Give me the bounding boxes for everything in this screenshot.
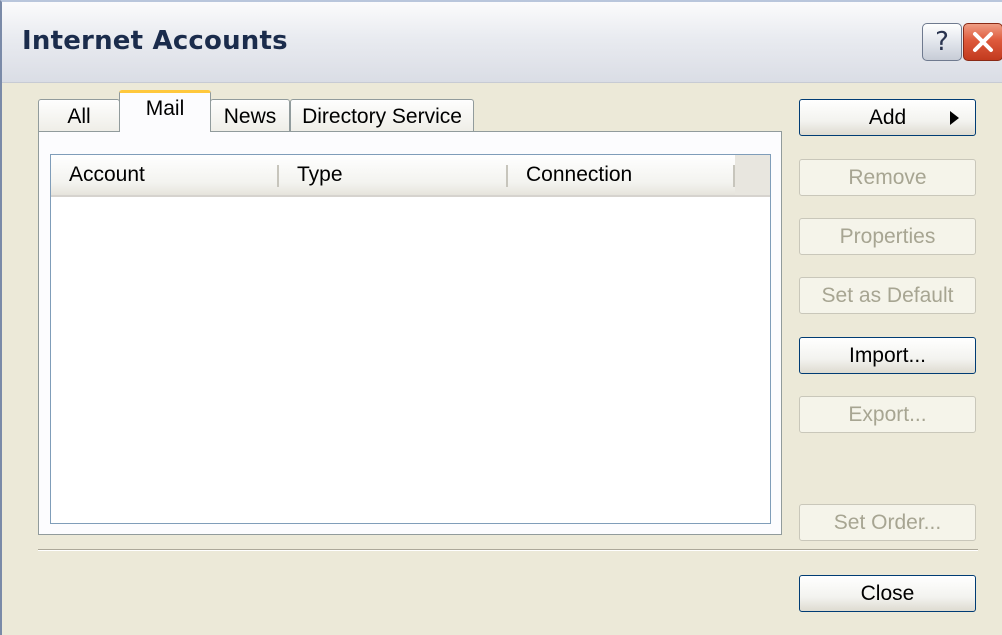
title-bar[interactable]: Internet Accounts ? [2, 2, 1002, 83]
dialog-window: Internet Accounts ? All Mail News Direct… [0, 0, 1002, 635]
tab-mail-label: Mail [145, 97, 185, 120]
add-button[interactable]: Add [799, 99, 976, 136]
remove-button-label: Remove [848, 166, 927, 189]
column-separator[interactable] [277, 165, 279, 187]
close-x-icon [973, 32, 993, 52]
header-filler [735, 155, 770, 195]
accounts-list[interactable]: Account Type Connection [50, 154, 771, 524]
tab-directory-service[interactable]: Directory Service [290, 99, 474, 133]
add-button-label: Add [868, 106, 907, 129]
column-header-account[interactable]: Account [69, 155, 145, 195]
close-button-label: Close [860, 582, 915, 605]
tab-all-label: All [67, 105, 91, 128]
remove-button[interactable]: Remove [799, 159, 976, 196]
triangle-right-icon [950, 111, 959, 125]
set-as-default-button[interactable]: Set as Default [799, 277, 976, 314]
divider [38, 549, 978, 551]
set-as-default-button-label: Set as Default [821, 284, 954, 307]
set-order-button-label: Set Order... [833, 511, 942, 534]
list-header: Account Type Connection [51, 155, 770, 197]
import-button-label: Import... [848, 344, 927, 367]
question-mark-icon: ? [935, 27, 949, 57]
import-button[interactable]: Import... [799, 337, 976, 374]
set-order-button[interactable]: Set Order... [799, 504, 976, 541]
column-separator[interactable] [506, 165, 508, 187]
tab-directory-service-label: Directory Service [302, 105, 462, 128]
tab-mail[interactable]: Mail [119, 90, 211, 132]
export-button[interactable]: Export... [799, 396, 976, 433]
properties-button[interactable]: Properties [799, 218, 976, 255]
window-close-button[interactable] [963, 23, 1002, 61]
help-button[interactable]: ? [922, 23, 962, 61]
window-title: Internet Accounts [22, 26, 288, 56]
column-header-type[interactable]: Type [297, 155, 343, 195]
close-button[interactable]: Close [799, 575, 976, 612]
tab-all[interactable]: All [38, 99, 120, 133]
export-button-label: Export... [848, 403, 927, 426]
tab-news-label: News [223, 105, 277, 128]
tab-news[interactable]: News [210, 99, 290, 133]
column-header-connection[interactable]: Connection [526, 155, 632, 195]
properties-button-label: Properties [839, 225, 936, 248]
